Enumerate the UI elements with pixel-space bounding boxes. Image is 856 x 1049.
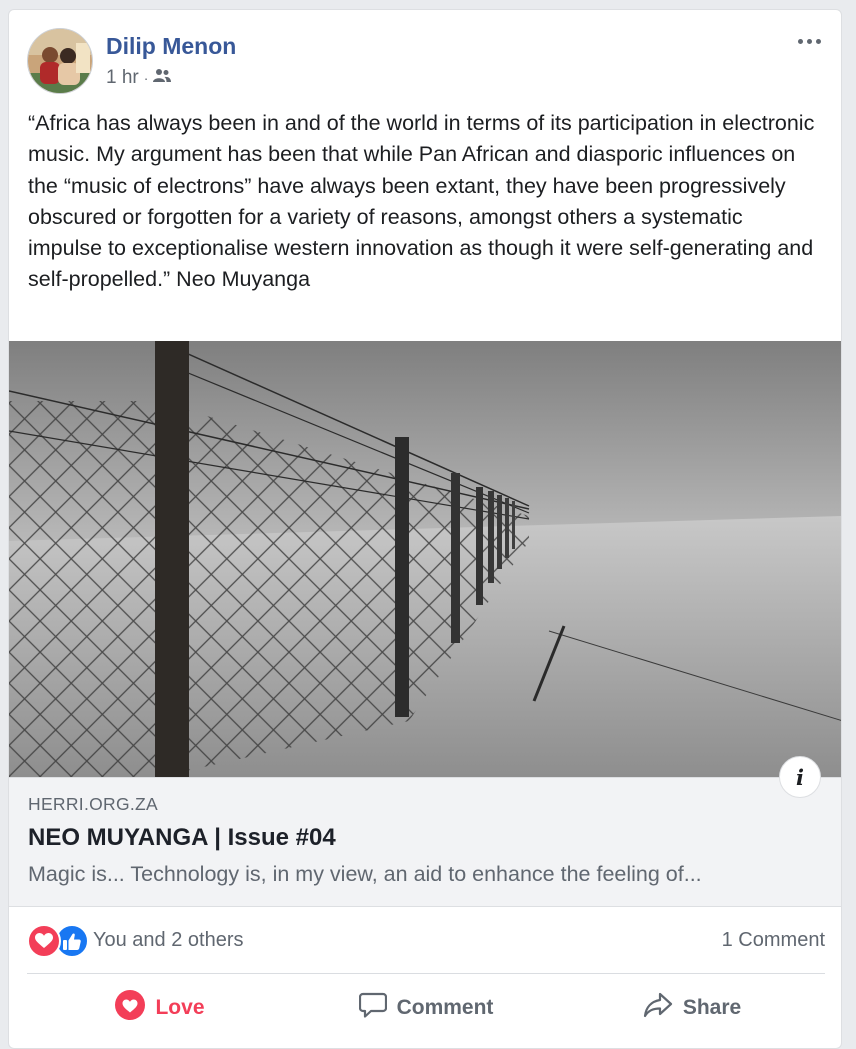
love-reaction-icon <box>27 924 61 958</box>
share-button[interactable]: Share <box>559 982 825 1034</box>
love-icon <box>115 990 146 1026</box>
comment-icon <box>358 992 387 1024</box>
link-domain: HERRI.ORG.ZA <box>28 794 158 814</box>
avatar[interactable] <box>27 28 93 94</box>
post-card: Dilip Menon 1 hr · “Africa has always be… <box>8 9 842 1049</box>
meta-separator: · <box>143 70 149 86</box>
friends-icon[interactable] <box>153 67 172 89</box>
fence-desert-photo <box>9 341 841 777</box>
reactions-summary[interactable]: You and 2 others <box>93 929 244 952</box>
reactions-bar: You and 2 others 1 Comment <box>27 921 825 961</box>
comment-button[interactable]: Comment <box>293 982 559 1034</box>
more-dot <box>806 38 812 44</box>
share-icon <box>643 992 673 1024</box>
link-description: Magic is... Technology is, in my view, a… <box>28 862 702 886</box>
more-options-button[interactable] <box>791 30 827 52</box>
link-title: NEO MUYANGA | Issue #04 <box>28 824 336 851</box>
post-timestamp[interactable]: 1 hr <box>106 67 139 89</box>
more-dot <box>815 38 821 44</box>
link-caption[interactable]: HERRI.ORG.ZA NEO MUYANGA | Issue #04 Mag… <box>9 777 841 907</box>
love-button[interactable]: Love <box>27 982 293 1034</box>
love-label: Love <box>155 996 205 1019</box>
post-text: “Africa has always been in and of the wo… <box>28 111 815 292</box>
info-button[interactable]: i <box>779 756 821 798</box>
comment-count[interactable]: 1 Comment <box>722 929 825 952</box>
post-meta: 1 hr · <box>106 67 172 89</box>
post-actions: Love Comment Share <box>27 982 825 1034</box>
link-preview-image[interactable] <box>9 341 841 777</box>
share-label: Share <box>682 996 742 1019</box>
actions-divider <box>27 973 825 974</box>
post-header: Dilip Menon 1 hr · <box>9 10 841 100</box>
author-name[interactable]: Dilip Menon <box>106 33 236 60</box>
reaction-icons[interactable] <box>27 924 89 958</box>
comment-label: Comment <box>396 996 494 1019</box>
avatar-photo <box>28 29 92 93</box>
more-dot <box>797 38 803 44</box>
